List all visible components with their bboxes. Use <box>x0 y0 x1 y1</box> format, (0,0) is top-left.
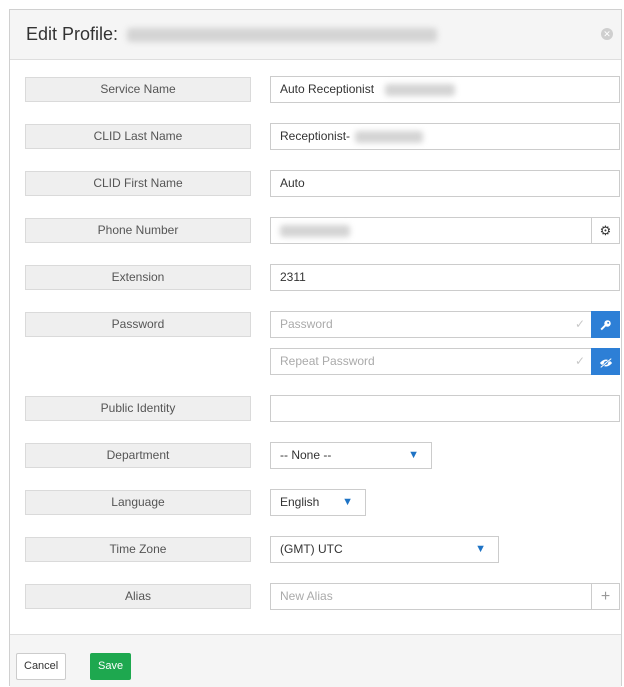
alias-placeholder: New Alias <box>280 589 333 603</box>
department-label: Department <box>25 443 251 468</box>
language-label: Language <box>25 490 251 515</box>
close-icon[interactable]: ✕ <box>601 28 613 40</box>
chevron-down-icon: ▼ <box>408 449 419 461</box>
modal-footer: Cancel Save <box>10 634 621 687</box>
clid-first-name-label: CLID First Name <box>25 171 251 196</box>
chevron-down-icon: ▼ <box>342 496 353 508</box>
gear-icon[interactable]: ⚙ <box>591 217 620 244</box>
time-zone-label: Time Zone <box>25 537 251 562</box>
clid-last-name-label: CLID Last Name <box>25 124 251 149</box>
key-icon[interactable] <box>591 311 620 338</box>
language-select[interactable]: English ▼ <box>270 489 366 516</box>
chevron-down-icon: ▼ <box>475 543 486 555</box>
modal-title: Edit Profile: <box>26 24 438 45</box>
redacted-text <box>355 130 424 143</box>
extension-input[interactable]: 2311 <box>270 264 620 291</box>
modal-header: Edit Profile: ✕ <box>10 10 621 60</box>
password-input[interactable]: Password ✓ <box>270 311 592 338</box>
save-button[interactable]: Save <box>90 653 132 680</box>
repeat-password-placeholder: Repeat Password <box>280 354 375 368</box>
cancel-button[interactable]: Cancel <box>16 653 67 680</box>
time-zone-select[interactable]: (GMT) UTC ▼ <box>270 536 499 563</box>
clid-last-name-value: Receptionist- <box>280 129 351 143</box>
repeat-password-input[interactable]: Repeat Password ✓ <box>270 348 592 375</box>
title-text: Edit Profile: <box>26 24 119 44</box>
public-identity-input[interactable] <box>270 395 620 422</box>
phone-number-input[interactable] <box>270 217 592 244</box>
plus-icon[interactable]: + <box>591 583 620 610</box>
time-zone-value: (GMT) UTC <box>280 542 343 556</box>
service-name-input[interactable]: Auto Receptionist <box>270 76 620 103</box>
check-icon: ✓ <box>574 317 585 331</box>
alias-label: Alias <box>25 584 251 609</box>
redacted-phone <box>280 224 350 237</box>
extension-label: Extension <box>25 265 251 290</box>
check-icon: ✓ <box>574 354 585 368</box>
clid-first-name-input[interactable]: Auto <box>270 170 620 197</box>
redacted-email <box>127 28 438 43</box>
department-select[interactable]: -- None -- ▼ <box>270 442 432 469</box>
clid-last-name-input[interactable]: Receptionist- <box>270 123 620 150</box>
service-name-label: Service Name <box>25 77 251 102</box>
edit-profile-modal: Edit Profile: ✕ Service Name Auto Recept… <box>9 9 622 687</box>
password-placeholder: Password <box>280 317 333 331</box>
eye-slash-icon[interactable] <box>591 348 620 375</box>
redacted-text <box>385 83 456 96</box>
department-value: -- None -- <box>280 448 332 462</box>
service-name-value: Auto Receptionist <box>280 82 375 96</box>
public-identity-label: Public Identity <box>25 396 251 421</box>
phone-number-label: Phone Number <box>25 218 251 243</box>
language-value: English <box>280 495 320 509</box>
password-label: Password <box>25 312 251 337</box>
alias-input[interactable]: New Alias <box>270 583 592 610</box>
